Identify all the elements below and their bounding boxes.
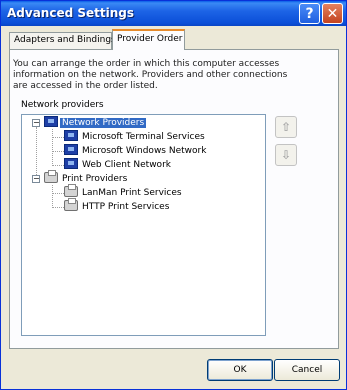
printer-icon bbox=[64, 198, 78, 211]
tree-item[interactable]: Web Client Network bbox=[64, 158, 173, 171]
tab-adapters-and-bindings[interactable]: Adapters and Bindings bbox=[9, 32, 116, 49]
move-down-button[interactable]: ⇩ bbox=[275, 144, 297, 166]
tree-line bbox=[52, 151, 64, 152]
tree-item[interactable]: Microsoft Windows Network bbox=[64, 144, 208, 157]
network-providers-label: Network providers bbox=[21, 100, 104, 110]
arrow-down-icon: ⇩ bbox=[280, 148, 292, 162]
expand-collapse-toggle[interactable]: − bbox=[32, 119, 40, 127]
tree-group-print-providers[interactable]: Print Providers bbox=[44, 170, 129, 185]
help-icon: ? bbox=[305, 5, 314, 22]
cancel-button[interactable]: Cancel bbox=[274, 359, 340, 381]
help-button[interactable]: ? bbox=[299, 3, 320, 24]
tree-item[interactable]: HTTP Print Services bbox=[64, 198, 171, 213]
tree-line bbox=[52, 193, 64, 194]
expand-collapse-toggle[interactable]: − bbox=[32, 175, 40, 183]
move-up-button[interactable]: ⇧ bbox=[275, 116, 297, 138]
tree-group-network-providers[interactable]: Network Providers bbox=[44, 116, 147, 129]
providers-tree[interactable]: − Network Providers Microsoft Terminal S… bbox=[21, 114, 266, 336]
tree-item[interactable]: Microsoft Terminal Services bbox=[64, 130, 207, 143]
tab-provider-order[interactable]: Provider Order bbox=[112, 29, 185, 50]
window-title: Advanced Settings bbox=[7, 6, 135, 20]
network-icon bbox=[44, 116, 58, 127]
tree-line bbox=[52, 185, 53, 208]
printer-icon bbox=[44, 170, 58, 183]
tree-line bbox=[36, 127, 37, 179]
advanced-settings-dialog: Advanced Settings ? ✕ Adapters and Bindi… bbox=[0, 0, 347, 390]
title-bar[interactable]: Advanced Settings ? ✕ bbox=[1, 1, 346, 26]
network-icon bbox=[64, 144, 78, 155]
ok-button[interactable]: OK bbox=[207, 359, 273, 381]
close-icon: ✕ bbox=[326, 5, 339, 22]
printer-icon bbox=[64, 184, 78, 197]
tree-line bbox=[52, 165, 64, 166]
tree-line bbox=[52, 129, 53, 166]
tree-line bbox=[52, 137, 64, 138]
arrow-up-icon: ⇧ bbox=[280, 120, 292, 134]
description-text: You can arrange the order in which this … bbox=[13, 59, 288, 91]
tree-line bbox=[52, 207, 64, 208]
network-icon bbox=[64, 158, 78, 169]
network-icon bbox=[64, 130, 78, 141]
tree-item[interactable]: LanMan Print Services bbox=[64, 184, 184, 199]
close-button[interactable]: ✕ bbox=[322, 3, 343, 24]
